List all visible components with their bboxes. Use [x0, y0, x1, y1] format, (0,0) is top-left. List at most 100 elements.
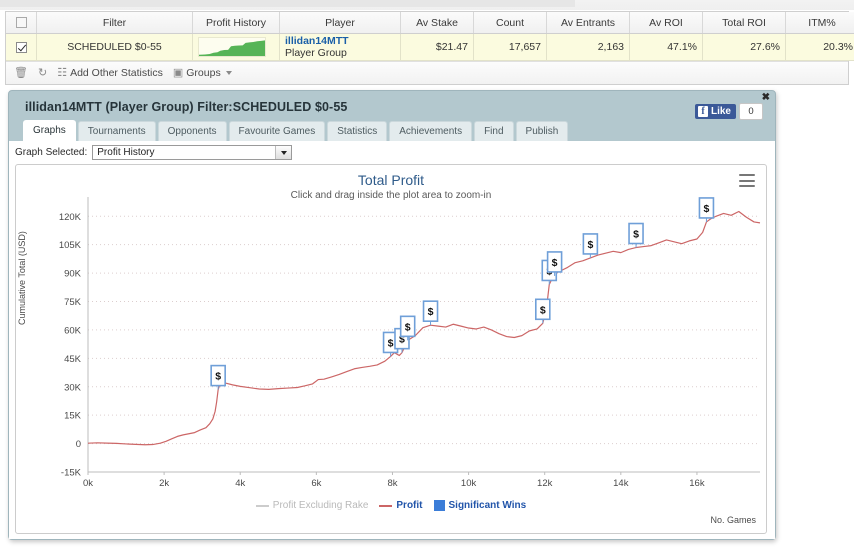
svg-text:$: $	[587, 239, 593, 251]
svg-text:-15K: -15K	[61, 468, 82, 479]
cell-itm: 20.3%	[785, 33, 854, 61]
filter-table: Filter Profit History Player Av Stake Co…	[6, 12, 854, 61]
svg-text:105K: 105K	[59, 240, 82, 251]
svg-text:$: $	[552, 257, 558, 269]
legend-item-profit[interactable]: Profit	[379, 500, 423, 511]
add-other-statistics-label: Add Other Statistics	[70, 67, 163, 79]
svg-text:0k: 0k	[83, 478, 93, 489]
svg-text:$: $	[215, 371, 221, 383]
row-select-cell[interactable]	[6, 33, 37, 61]
player-name[interactable]: illidan14MTT	[285, 35, 395, 47]
row-checkbox[interactable]	[15, 41, 27, 53]
chart-subtitle: Click and drag inside the plot area to z…	[290, 190, 492, 201]
tab-find[interactable]: Find	[474, 121, 514, 141]
chevron-down-icon	[225, 71, 232, 75]
sparkline-chart	[198, 37, 266, 57]
svg-text:75K: 75K	[64, 297, 82, 308]
refresh-button[interactable]: ↻	[37, 66, 48, 79]
chevron-down-icon[interactable]	[275, 146, 292, 159]
header-profit-history[interactable]: Profit History	[192, 12, 280, 34]
svg-text:8k: 8k	[387, 478, 397, 489]
svg-text:6k: 6k	[311, 478, 321, 489]
tab-opponents[interactable]: Opponents	[157, 121, 227, 141]
legend-line-marker	[255, 504, 269, 507]
columns-icon: ☷	[57, 66, 68, 79]
profit-line-chart[interactable]: -15K 0 15K 30K 45K 60K 75K 90K 105K 120K 0k 2k 4k 6k 8…	[16, 165, 768, 535]
tab-achievements[interactable]: Achievements	[389, 121, 473, 141]
facebook-like-button[interactable]: f Like	[694, 104, 736, 119]
cell-player[interactable]: illidan14MTT Player Group	[279, 33, 401, 61]
svg-text:15K: 15K	[64, 411, 82, 422]
tab-favourite-games[interactable]: Favourite Games	[228, 121, 326, 141]
svg-text:$: $	[428, 306, 434, 318]
legend-line-marker	[379, 504, 393, 507]
svg-text:30K: 30K	[64, 382, 82, 393]
groups-button[interactable]: ▣ Groups	[173, 67, 232, 79]
cell-profit-history[interactable]	[192, 33, 280, 61]
panel-title: illidan14MTT (Player Group) Filter:SCHED…	[25, 100, 348, 114]
top-strip	[0, 0, 854, 10]
y-axis-label: Cumulative Total (USD)	[17, 231, 27, 325]
legend-label: Profit Excluding Rake	[272, 500, 369, 511]
graph-select[interactable]: Profit History	[92, 145, 293, 160]
tab-statistics[interactable]: Statistics	[327, 121, 388, 141]
facebook-like-widget: f Like 0	[694, 103, 763, 120]
header-filter[interactable]: Filter	[36, 12, 193, 34]
facebook-like-label: Like	[710, 106, 731, 117]
facebook-like-count: 0	[739, 103, 763, 120]
chart-container[interactable]: Total Profit Click and drag inside the p…	[15, 164, 767, 534]
app-root: Filter Profit History Player Av Stake Co…	[0, 0, 854, 553]
cell-total-roi: 27.6%	[702, 33, 786, 61]
tab-graphs[interactable]: Graphs	[23, 120, 76, 141]
tab-tournaments[interactable]: Tournaments	[77, 121, 156, 141]
svg-text:$: $	[405, 321, 411, 333]
svg-text:$: $	[633, 229, 639, 241]
add-other-statistics-button[interactable]: ☷ Add Other Statistics	[57, 67, 163, 79]
legend-item-profit-excluding-rake[interactable]: Profit Excluding Rake	[255, 500, 369, 511]
header-itm[interactable]: ITM%	[785, 12, 854, 34]
panel-tabs: Graphs Tournaments Opponents Favourite G…	[23, 120, 569, 141]
header-total-roi[interactable]: Total ROI	[702, 12, 786, 34]
legend-label: Profit	[396, 500, 423, 511]
header-av-stake[interactable]: Av Stake	[400, 12, 474, 34]
svg-text:16k: 16k	[689, 478, 705, 489]
svg-text:0: 0	[76, 439, 81, 450]
header-select-all[interactable]	[6, 12, 37, 34]
tab-publish[interactable]: Publish	[515, 121, 569, 141]
cell-count: 17,657	[473, 33, 547, 61]
svg-text:120K: 120K	[59, 212, 82, 223]
close-icon[interactable]: ✖	[762, 93, 770, 103]
legend-square-marker	[433, 500, 445, 511]
table-row[interactable]: SCHEDULED $0-55 illidan14MTT Player Grou…	[6, 33, 854, 61]
select-all-checkbox[interactable]	[15, 17, 27, 29]
details-panel: illidan14MTT (Player Group) Filter:SCHED…	[8, 90, 776, 540]
grid-toolbar: 🗑 ↻ ☷ Add Other Statistics ▣ Groups	[6, 61, 848, 84]
refresh-icon: ↻	[37, 66, 48, 79]
legend-item-significant-wins[interactable]: Significant Wins	[433, 500, 526, 511]
header-player[interactable]: Player	[279, 12, 401, 34]
hamburger-menu-icon[interactable]	[739, 174, 755, 187]
svg-text:12k: 12k	[537, 478, 553, 489]
header-av-roi[interactable]: Av ROI	[629, 12, 703, 34]
x-axis-label: No. Games	[710, 515, 756, 525]
svg-text:10k: 10k	[461, 478, 477, 489]
header-count[interactable]: Count	[473, 12, 547, 34]
trash-icon: 🗑	[14, 66, 28, 79]
chart-title: Total Profit	[357, 172, 425, 188]
cell-av-entrants: 2,163	[546, 33, 630, 61]
delete-button[interactable]: 🗑	[14, 66, 28, 79]
filter-grid: Filter Profit History Player Av Stake Co…	[5, 11, 854, 85]
header-av-entrants[interactable]: Av Entrants	[546, 12, 630, 34]
graph-selector-row: Graph Selected: Profit History	[15, 145, 293, 160]
cell-av-stake: $21.47	[400, 33, 474, 61]
chart-legend: Profit Excluding Rake Profit Significant…	[16, 500, 766, 511]
groups-icon: ▣	[172, 66, 184, 79]
svg-text:14k: 14k	[613, 478, 629, 489]
svg-text:2k: 2k	[159, 478, 169, 489]
graph-select-value: Profit History	[97, 147, 155, 158]
groups-label: Groups	[186, 67, 221, 79]
cell-av-roi: 47.1%	[629, 33, 703, 61]
player-type: Player Group	[285, 46, 347, 59]
svg-text:$: $	[540, 304, 546, 316]
svg-text:$: $	[388, 337, 394, 349]
